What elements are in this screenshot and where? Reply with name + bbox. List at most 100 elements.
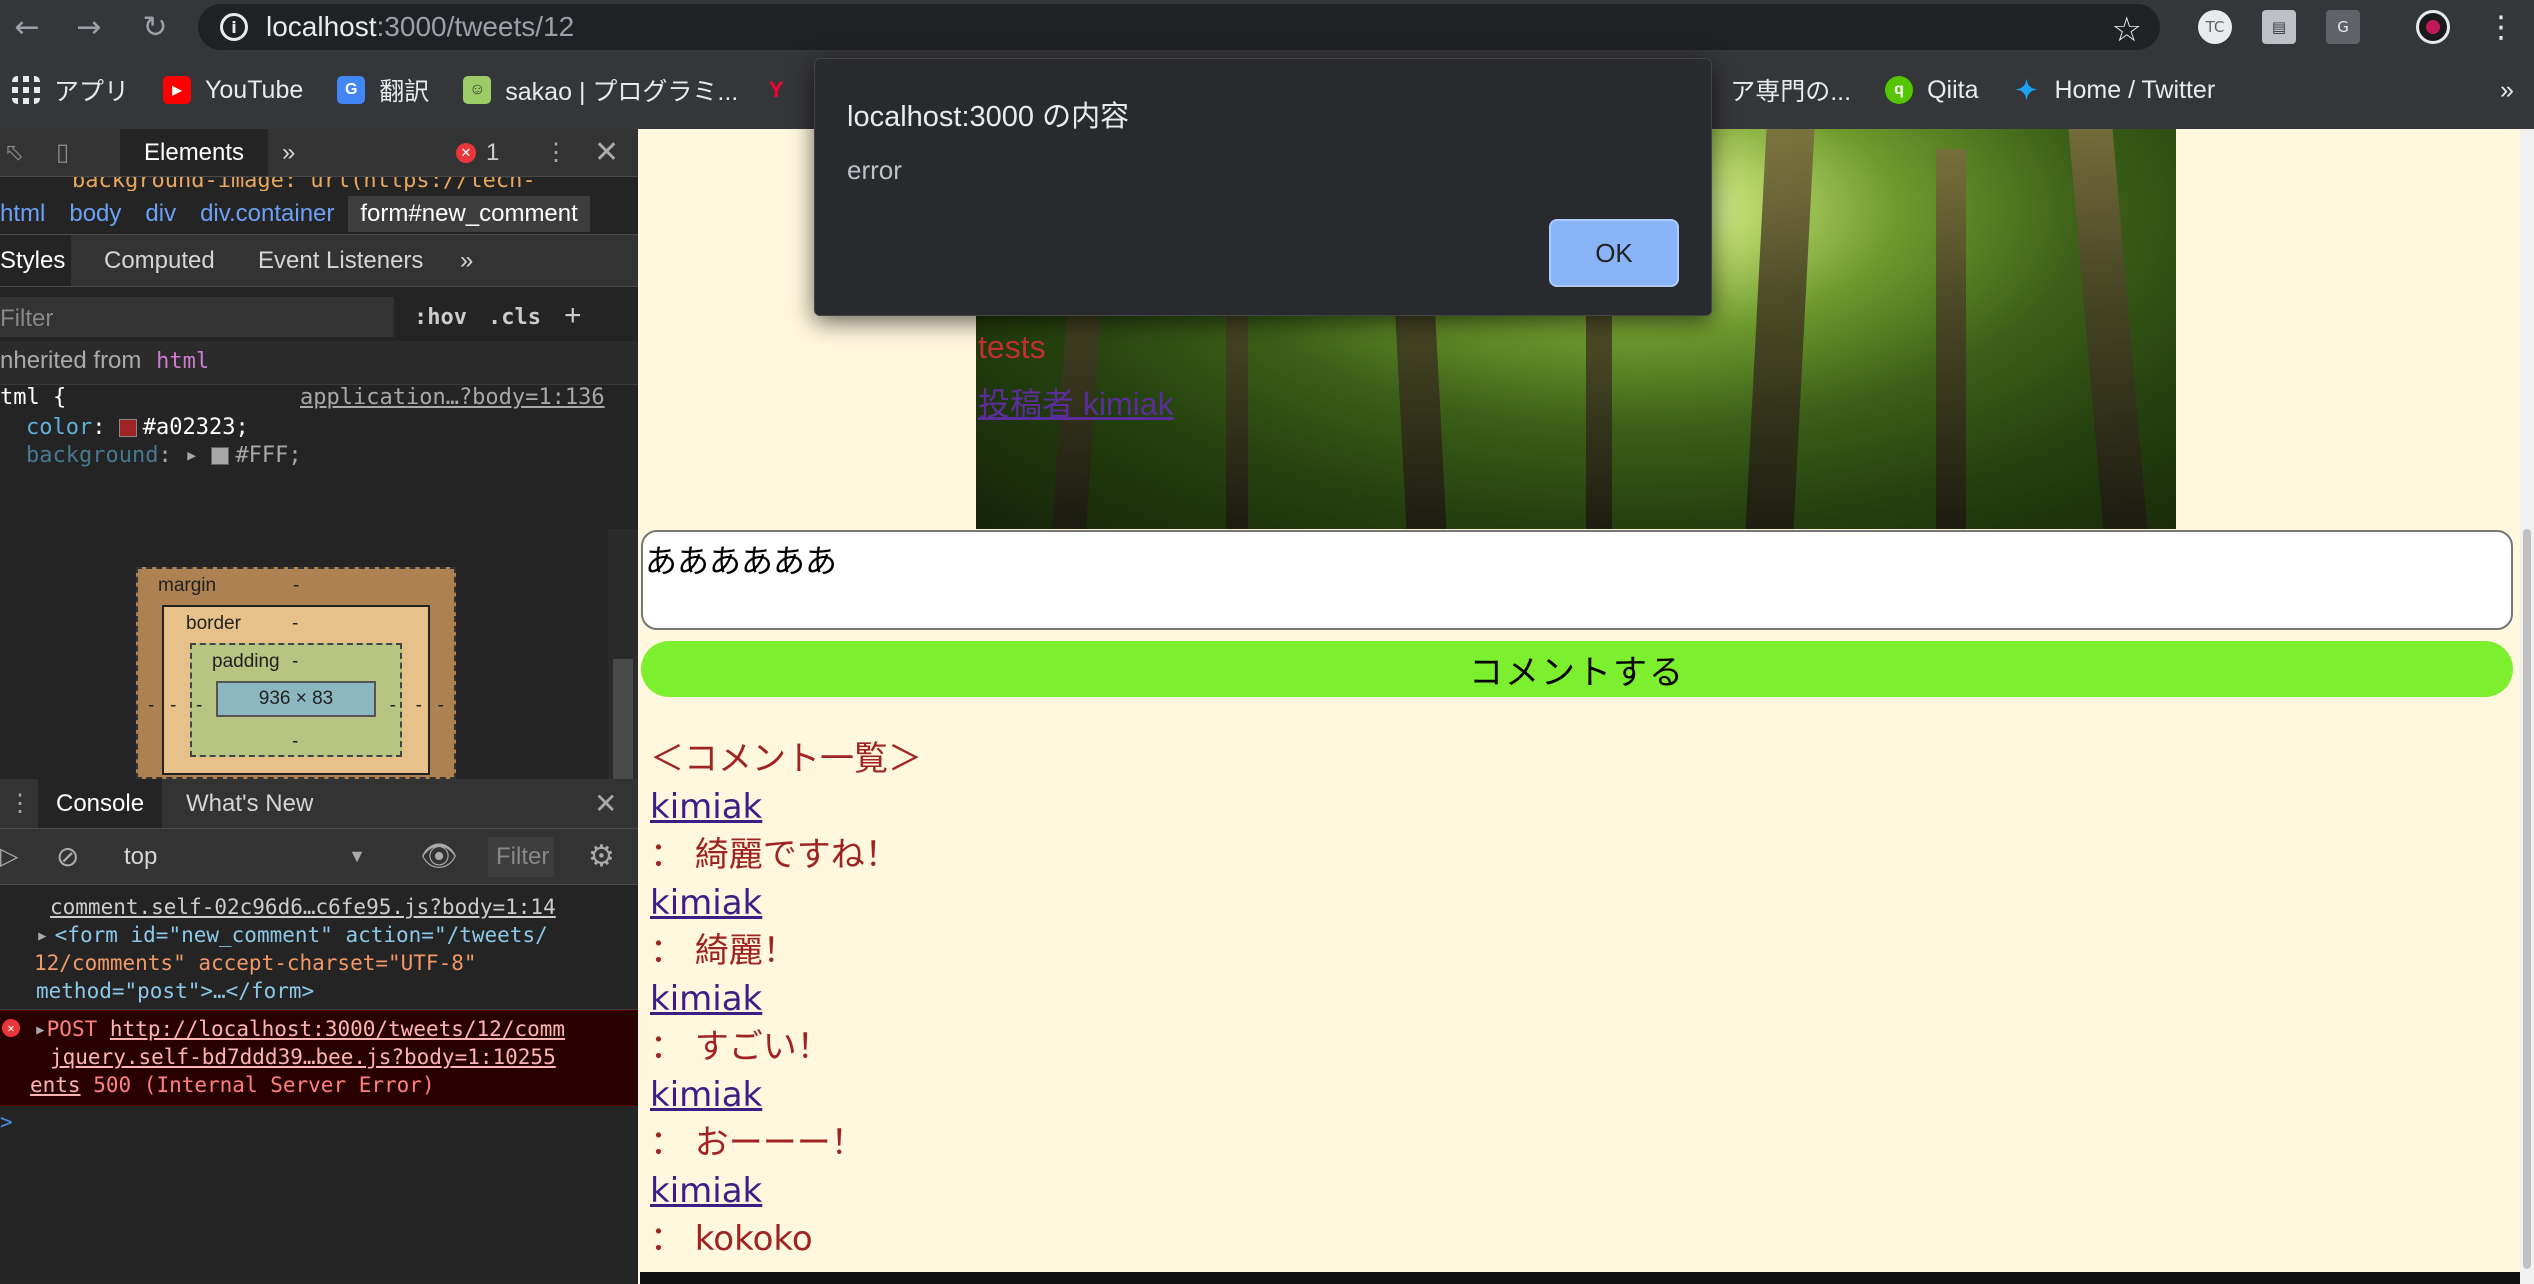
twitter-icon: ✦ xyxy=(2015,74,2038,105)
style-prop-background: background: ▸ #FFF; xyxy=(26,443,302,468)
tab-console[interactable]: Console xyxy=(38,779,163,828)
color-swatch[interactable] xyxy=(211,447,230,465)
rule-source-link[interactable]: application…?body=1:136 xyxy=(300,385,605,410)
padding-left-value: - xyxy=(196,695,203,716)
tab-computed[interactable]: Computed xyxy=(104,235,215,286)
menu-kebab-icon[interactable]: ⋮ xyxy=(2484,10,2518,45)
tab-computed-label: Computed xyxy=(104,246,215,274)
bookmark-qiita[interactable]: q Qiita xyxy=(1885,76,1978,105)
styles-more-icon[interactable]: » xyxy=(460,235,473,286)
bookmark-translate[interactable]: G 翻訳 xyxy=(337,72,429,108)
console-filter-input[interactable]: Filter xyxy=(488,837,554,877)
console-prompt[interactable]: > xyxy=(0,1108,638,1136)
scrollbar-thumb[interactable] xyxy=(2523,529,2531,1269)
tab-whats-new-label: What's New xyxy=(186,789,314,817)
site-info-icon[interactable]: i xyxy=(220,13,248,41)
comment-submit-button[interactable]: コメントする xyxy=(641,641,2513,697)
site-icon: ☺ xyxy=(463,76,492,104)
drawer-menu-icon[interactable]: ⋮ xyxy=(8,779,32,828)
expand-triangle-icon[interactable]: ▸ xyxy=(36,923,49,947)
breadcrumb: html body div div.container form#new_com… xyxy=(0,193,638,235)
error-url-cont[interactable]: ents xyxy=(30,1073,81,1097)
dom-partial-line: background-image: url(https://tech- xyxy=(72,177,536,191)
console-error-row[interactable]: ✕ ▸POST http://localhost:3000/tweets/12/… xyxy=(0,1010,638,1106)
comment-user-link[interactable]: kimiak xyxy=(650,1167,922,1215)
comment-textarea[interactable]: ああああああ xyxy=(641,530,2513,630)
console-form-log[interactable]: ▸ <form id="new_comment" action="/tweets/… xyxy=(0,921,638,1010)
console-source-link[interactable]: comment.self-02c96d6…c6fe95.js?body=1:14 xyxy=(0,893,638,921)
breadcrumb-html[interactable]: html xyxy=(0,200,45,228)
hov-toggle[interactable]: :hov xyxy=(414,305,467,330)
error-counter[interactable]: ✕ 1 xyxy=(456,129,499,176)
tab-event-listeners[interactable]: Event Listeners xyxy=(258,235,423,286)
color-swatch[interactable] xyxy=(118,419,137,437)
ok-button[interactable]: OK xyxy=(1549,219,1679,287)
comments-heading: ＜コメント一覧＞ xyxy=(650,739,922,779)
forward-icon[interactable]: → xyxy=(68,6,110,48)
new-rule-plus-icon[interactable]: + xyxy=(564,299,582,333)
sidebar-toggle-icon[interactable]: ▷ xyxy=(0,829,18,884)
breadcrumb-form[interactable]: form#new_comment xyxy=(348,195,590,232)
padding-bottom-value: - xyxy=(292,731,299,752)
extension-tc-icon[interactable]: TC xyxy=(2198,10,2232,44)
cls-toggle[interactable]: .cls xyxy=(488,305,541,330)
error-method: POST xyxy=(46,1017,98,1041)
clear-console-icon[interactable]: ⊘ xyxy=(56,829,79,884)
bookmark-apps[interactable]: アプリ xyxy=(12,72,129,108)
bookmarks-more-button[interactable]: » xyxy=(2500,76,2534,105)
breadcrumb-container[interactable]: div.container xyxy=(200,200,334,228)
avatar[interactable] xyxy=(2416,10,2450,44)
bookmark-site[interactable]: ア専門の... xyxy=(1730,72,1851,108)
devtools-menu-icon[interactable]: ⋮ xyxy=(544,129,568,176)
bookmark-label: YouTube xyxy=(205,75,304,104)
error-url[interactable]: http://localhost:3000/tweets/12/comm xyxy=(110,1017,565,1041)
devtools-close-icon[interactable]: ✕ xyxy=(594,129,619,176)
gear-icon[interactable]: ⚙ xyxy=(588,829,615,884)
border-top-value: - xyxy=(292,613,299,634)
youtube-icon: ▶ xyxy=(163,76,192,104)
bookmark-label: sakao | プログラミ... xyxy=(505,78,739,106)
inspect-icon[interactable]: ⬁ xyxy=(4,129,24,176)
address-bar[interactable]: i localhost:3000/tweets/12 ☆ xyxy=(198,4,2160,50)
device-toolbar-icon[interactable]: ▯ xyxy=(56,129,69,176)
styles-filter-input[interactable]: Filter xyxy=(0,297,394,337)
margin-top-value: - xyxy=(293,575,300,596)
eye-icon[interactable]: 👁 xyxy=(420,829,458,884)
url-path: :3000/tweets/12 xyxy=(376,11,575,42)
bookmark-twitter[interactable]: ✦ Home / Twitter xyxy=(2012,74,2216,105)
error-source-link[interactable]: jquery.self-bd7ddd39…bee.js?body=1:10255 xyxy=(0,1043,638,1071)
reload-icon[interactable]: ↻ xyxy=(134,6,176,48)
tab-styles[interactable]: Styles xyxy=(0,235,72,286)
qiita-icon: q xyxy=(1885,76,1914,104)
comment-user-link[interactable]: kimiak xyxy=(650,879,922,927)
translate-icon: G xyxy=(337,76,366,104)
tab-whats-new[interactable]: What's New xyxy=(186,779,313,828)
tab-elements[interactable]: Elements xyxy=(120,129,269,176)
comments-list: ＜コメント一覧＞ kimiak ： 綺麗ですね！ kimiak ： 綺麗！ ki… xyxy=(650,735,922,1263)
comment-user-link[interactable]: kimiak xyxy=(650,975,922,1023)
form-line-1: <form id="new_comment" action="/tweets/ xyxy=(54,923,548,947)
form-line-2: 12/comments" accept-charset="UTF-8" xyxy=(34,951,477,975)
bookmark-sakao[interactable]: ☺ sakao | プログラミ... xyxy=(463,72,738,108)
context-select[interactable]: top ▼ xyxy=(100,829,390,884)
more-tabs-icon[interactable]: » xyxy=(282,129,295,176)
bookmark-youtube[interactable]: ▶ YouTube xyxy=(163,76,303,105)
comment-user-link[interactable]: kimiak xyxy=(650,783,922,831)
error-status: 500 (Internal Server Error) xyxy=(93,1073,435,1097)
comment-text: ： すごい！ xyxy=(650,1027,831,1067)
page-scrollbar[interactable] xyxy=(2520,129,2534,1284)
page-footer-bar xyxy=(640,1272,2520,1284)
bookmark-star-icon[interactable]: ☆ xyxy=(2112,10,2142,50)
back-icon[interactable]: ← xyxy=(6,6,48,48)
breadcrumb-div[interactable]: div xyxy=(145,200,176,228)
extension-cast-icon[interactable]: ▤ xyxy=(2262,10,2296,44)
tweet-author-link[interactable]: 投稿者 kimiak xyxy=(978,379,1174,425)
bookmark-yahoo[interactable]: Y xyxy=(762,76,804,104)
expand-triangle-icon[interactable]: ▸ xyxy=(34,1017,47,1041)
inherited-tag[interactable]: html xyxy=(156,349,209,374)
drawer-close-icon[interactable]: ✕ xyxy=(594,779,617,828)
breadcrumb-body[interactable]: body xyxy=(69,200,121,228)
extension-g-icon[interactable]: G xyxy=(2326,10,2360,44)
error-icon: ✕ xyxy=(456,142,476,163)
comment-user-link[interactable]: kimiak xyxy=(650,1071,922,1119)
